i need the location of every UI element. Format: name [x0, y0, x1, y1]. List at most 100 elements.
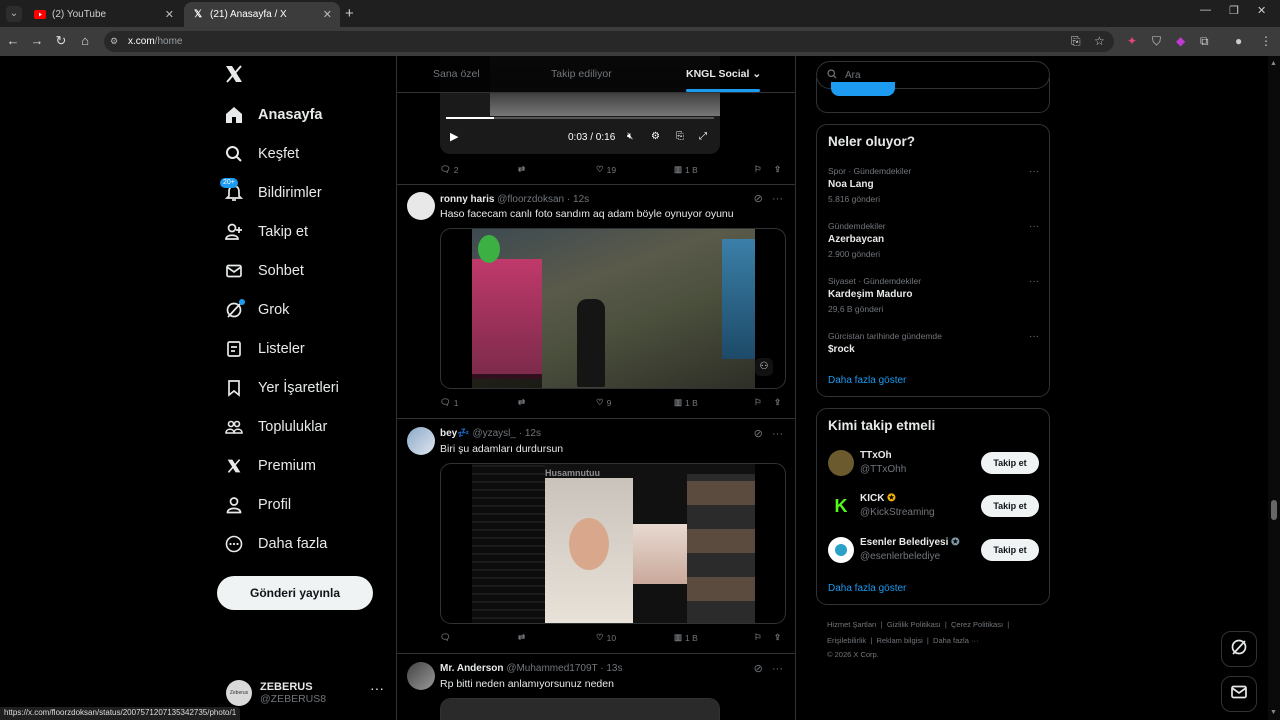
kick-logo-icon[interactable]: K: [828, 493, 854, 519]
tab-for-you[interactable]: Sana özel: [433, 68, 480, 80]
subscribe-button[interactable]: [831, 82, 895, 96]
like-button[interactable]: ♡ 19: [596, 164, 616, 175]
retweet-button[interactable]: ⇄: [518, 397, 525, 408]
tab-kngl-social[interactable]: KNGL Social ⌄: [686, 68, 761, 80]
views-button[interactable]: ▥ 1 B: [674, 164, 698, 175]
tweet-time[interactable]: 12s: [525, 428, 541, 439]
grok-icon[interactable]: ⊘: [754, 193, 763, 205]
avatar[interactable]: [828, 537, 854, 563]
extension-icon[interactable]: ◆: [1176, 34, 1185, 48]
share-button[interactable]: ⇪: [774, 164, 781, 175]
nav-communities[interactable]: Topluluklar: [224, 414, 327, 440]
grok-icon[interactable]: ⊘: [754, 428, 763, 440]
nav-more[interactable]: Daha fazla: [224, 531, 327, 557]
footer-link[interactable]: Daha fazla ···: [933, 636, 978, 645]
more-icon[interactable]: ···: [370, 680, 384, 696]
reply-button[interactable]: 🗨︎ 2: [440, 164, 459, 175]
more-icon[interactable]: ···: [772, 663, 783, 675]
trend-name[interactable]: $rock: [828, 344, 855, 355]
avatar[interactable]: [407, 427, 435, 455]
follow-button[interactable]: Takip et: [981, 452, 1039, 474]
account-switcher[interactable]: Zeberus ZEBERUS @ZEBERUS8 ···: [226, 676, 386, 710]
nav-chat[interactable]: Sohbet: [224, 258, 304, 284]
more-icon[interactable]: ···: [1029, 221, 1039, 232]
grok-icon[interactable]: ⊘: [754, 663, 763, 675]
extensions-puzzle-icon[interactable]: ⧉: [1200, 34, 1209, 49]
minimize-button[interactable]: —: [1200, 4, 1211, 16]
new-tab-button[interactable]: +: [345, 5, 354, 22]
trend-name[interactable]: Noa Lang: [828, 179, 874, 190]
more-icon[interactable]: ···: [772, 428, 783, 440]
avatar[interactable]: [407, 662, 435, 690]
footer-link[interactable]: Erişilebilirlik: [827, 636, 866, 645]
tweet-time[interactable]: 13s: [606, 663, 622, 674]
restore-button[interactable]: ❐: [1229, 4, 1239, 17]
bookmark-button[interactable]: ⚐: [754, 397, 762, 408]
reload-button[interactable]: ↻: [53, 33, 69, 49]
browser-menu-icon[interactable]: ⋮: [1260, 34, 1272, 48]
x-logo-icon[interactable]: [224, 64, 244, 90]
follow-button[interactable]: Takip et: [981, 539, 1039, 561]
grok-fab-button[interactable]: [1221, 631, 1257, 667]
retweet-button[interactable]: ⇄: [518, 164, 525, 175]
tweet-image[interactable]: Husamnutuu: [440, 463, 786, 624]
reply-button[interactable]: 🗨︎ 1: [440, 397, 459, 408]
retweet-button[interactable]: ⇄: [518, 632, 525, 643]
mute-icon[interactable]: 🔇︎: [627, 131, 633, 142]
scroll-down-icon[interactable]: ▼: [1270, 709, 1277, 716]
tab-x-home[interactable]: 𝕏 (21) Anasayfa / X ✕: [184, 2, 340, 27]
close-icon[interactable]: ✕: [323, 8, 332, 21]
shield-icon[interactable]: ⛉: [1152, 34, 1161, 49]
tab-search-button[interactable]: ⌄: [6, 6, 22, 22]
footer-link[interactable]: Çerez Politikası: [951, 620, 1003, 629]
nav-profile[interactable]: Profil: [224, 492, 291, 518]
author-name[interactable]: bey💤: [440, 428, 470, 439]
messages-fab-button[interactable]: [1221, 676, 1257, 712]
follow-button[interactable]: Takip et: [981, 495, 1039, 517]
address-bar[interactable]: x.com/home: [104, 31, 1114, 52]
tweet-time[interactable]: 12s: [573, 194, 589, 205]
profile-avatar-icon[interactable]: ●: [1235, 34, 1242, 48]
share-button[interactable]: ⇪: [774, 632, 781, 643]
nav-explore[interactable]: Keşfet: [224, 141, 299, 167]
more-icon[interactable]: ···: [1029, 331, 1039, 342]
page-scrollbar[interactable]: ▲ ▼: [1268, 56, 1280, 720]
settings-icon[interactable]: ⚙: [651, 131, 660, 142]
trend-name[interactable]: Kardeşim Maduro: [828, 289, 912, 300]
trend-name[interactable]: Azerbaycan: [828, 234, 884, 245]
author-handle[interactable]: @yzaysl_: [472, 428, 516, 439]
reply-button[interactable]: 🗨︎: [440, 632, 451, 643]
footer-link[interactable]: Gizlilik Politikası: [887, 620, 941, 629]
extension-icon[interactable]: ✦: [1127, 34, 1137, 48]
nav-follow[interactable]: Takip et: [224, 219, 308, 245]
tweet-image[interactable]: ⚇: [440, 228, 786, 389]
like-button[interactable]: ♡ 10: [596, 632, 616, 643]
author-name[interactable]: Mr. Anderson: [440, 663, 504, 674]
bookmark-button[interactable]: ⚐: [754, 632, 762, 643]
forward-button[interactable]: →: [29, 33, 45, 48]
views-button[interactable]: ▥ 1 B: [674, 632, 698, 643]
show-more-link[interactable]: Daha fazla göster: [828, 583, 906, 594]
fullscreen-icon[interactable]: ⤢: [699, 131, 707, 142]
tab-youtube[interactable]: (2) YouTube ✕: [26, 2, 182, 27]
nav-premium[interactable]: Premium: [224, 453, 316, 479]
home-button[interactable]: ⌂: [77, 33, 93, 48]
views-button[interactable]: ▥ 1 B: [674, 397, 698, 408]
tab-following[interactable]: Takip ediliyor: [551, 68, 612, 80]
author-handle[interactable]: @floorzdoksan: [497, 194, 564, 205]
pip-icon[interactable]: ⎘: [676, 131, 684, 142]
install-app-icon[interactable]: ⎘: [1071, 34, 1081, 49]
video-progress[interactable]: [446, 117, 714, 119]
follow-name[interactable]: Esenler Belediyesi ✪: [860, 537, 960, 548]
grok-analyze-icon[interactable]: ⚇: [755, 358, 773, 376]
follow-name[interactable]: TTxOh: [860, 450, 892, 461]
scroll-up-icon[interactable]: ▲: [1270, 60, 1277, 67]
play-icon[interactable]: ▶: [450, 130, 458, 143]
show-more-link[interactable]: Daha fazla göster: [828, 375, 906, 386]
follow-name[interactable]: KICK ✪: [860, 493, 896, 504]
close-icon[interactable]: ✕: [165, 8, 174, 21]
author-handle[interactable]: @Muhammed1709T: [506, 663, 597, 674]
scrollbar-thumb[interactable]: [1271, 500, 1277, 520]
like-button[interactable]: ♡ 9: [596, 397, 611, 408]
bookmark-star-icon[interactable]: ☆: [1094, 34, 1105, 48]
